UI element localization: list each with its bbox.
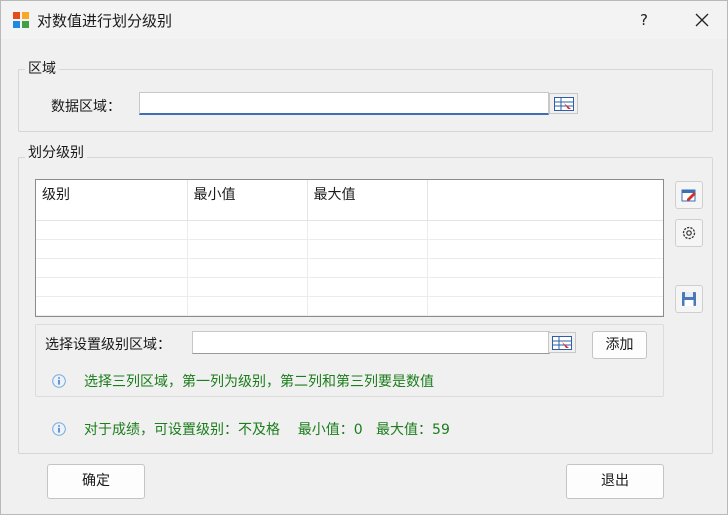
select-range-hint: 选择三列区域，第一列为级别，第二列和第三列要是数值 — [84, 374, 434, 390]
select-range-label: 选择设置级别区域： — [45, 337, 171, 353]
data-range-input[interactable] — [139, 92, 549, 115]
dialog-window: 对数值进行划分级别 ? 区域 数据区域： 划分级别 级别 最小值 最大值 选择设… — [0, 0, 728, 515]
close-button[interactable] — [685, 5, 719, 35]
score-level-info: 对于成绩，可设置级别：不及格 最小值：0 最大值：59 — [84, 422, 450, 438]
close-icon — [695, 13, 709, 27]
data-range-label: 数据区域： — [51, 99, 121, 115]
help-button[interactable]: ? — [629, 5, 659, 35]
edit-levels-button[interactable] — [675, 181, 703, 209]
column-header-level[interactable]: 级别 — [36, 180, 188, 221]
data-range-picker-button[interactable] — [549, 93, 578, 114]
save-icon — [682, 292, 696, 306]
region-group-title: 区域 — [25, 58, 59, 78]
table-row[interactable] — [36, 220, 663, 240]
column-header-filler — [427, 180, 663, 221]
app-icon — [13, 12, 29, 28]
table-row[interactable] — [36, 277, 663, 297]
select-range-picker-button[interactable] — [548, 332, 576, 353]
title-bar: 对数值进行划分级别 ? — [1, 1, 727, 39]
add-button[interactable]: 添加 — [592, 331, 647, 359]
column-header-min[interactable]: 最小值 — [187, 180, 308, 221]
exit-button[interactable]: 退出 — [566, 464, 664, 499]
range-select-icon — [552, 336, 572, 350]
save-button[interactable] — [675, 285, 703, 313]
column-header-max[interactable]: 最大值 — [307, 180, 428, 221]
info-icon — [52, 374, 66, 388]
gear-icon — [682, 226, 696, 240]
select-range-input[interactable] — [192, 331, 550, 354]
level-grid[interactable]: 级别 最小值 最大值 — [35, 179, 664, 317]
table-row[interactable] — [36, 239, 663, 259]
settings-button[interactable] — [675, 219, 703, 247]
table-row[interactable] — [36, 296, 663, 316]
table-row[interactable] — [36, 258, 663, 278]
range-select-icon — [554, 97, 574, 111]
window-title: 对数值进行划分级别 — [37, 12, 173, 30]
level-group-title: 划分级别 — [25, 142, 87, 162]
edit-form-icon — [681, 189, 696, 202]
ok-button[interactable]: 确定 — [47, 464, 145, 499]
info-icon — [52, 422, 66, 436]
